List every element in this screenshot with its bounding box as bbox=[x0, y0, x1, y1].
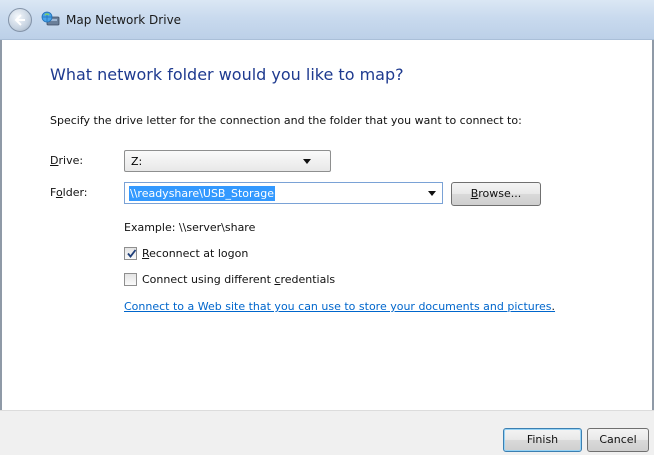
browse-button[interactable]: Browse... bbox=[451, 182, 541, 206]
chevron-down-icon bbox=[303, 159, 311, 164]
chevron-down-icon bbox=[428, 191, 436, 196]
cancel-button[interactable]: Cancel bbox=[587, 428, 649, 452]
folder-dropdown-button[interactable] bbox=[426, 183, 442, 203]
folder-input-value: \\readyshare\USB_Storage bbox=[129, 186, 276, 201]
back-arrow-icon bbox=[14, 14, 25, 26]
folder-label: Folder: bbox=[50, 186, 88, 199]
finish-button[interactable]: Finish bbox=[503, 428, 582, 452]
window-frame-left bbox=[0, 40, 2, 455]
folder-input[interactable]: \\readyshare\USB_Storage bbox=[124, 182, 443, 204]
window-title: Map Network Drive bbox=[66, 13, 182, 27]
network-drive-icon bbox=[41, 11, 60, 26]
reconnect-checkbox[interactable] bbox=[124, 247, 137, 260]
title-bar: Map Network Drive bbox=[0, 0, 654, 40]
map-network-drive-dialog: Map Network Drive What network folder wo… bbox=[0, 0, 654, 455]
back-button[interactable] bbox=[8, 8, 32, 32]
drive-select[interactable]: Z: bbox=[124, 150, 331, 172]
credentials-checkbox[interactable] bbox=[124, 273, 137, 286]
drive-select-value: Z: bbox=[131, 155, 143, 168]
page-title: What network folder would you like to ma… bbox=[50, 65, 404, 84]
reconnect-label: Reconnect at logon bbox=[142, 247, 249, 260]
example-text: Example: \\server\share bbox=[124, 221, 256, 234]
dialog-footer: Finish Cancel bbox=[0, 410, 654, 455]
drive-label: Drive: bbox=[50, 154, 84, 167]
web-site-link[interactable]: Connect to a Web site that you can use t… bbox=[124, 300, 555, 313]
instruction-text: Specify the drive letter for the connect… bbox=[50, 114, 522, 127]
checkmark-icon bbox=[127, 249, 137, 258]
credentials-label: Connect using different credentials bbox=[142, 273, 336, 286]
